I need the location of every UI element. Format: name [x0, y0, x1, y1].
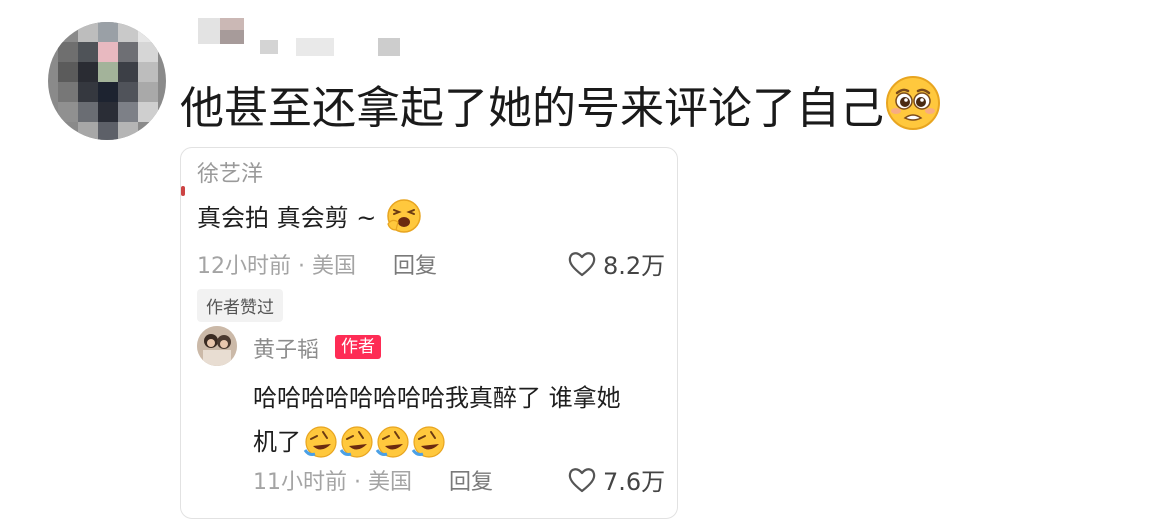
heart-icon: [568, 467, 596, 492]
comment-like-button[interactable]: 8.2万: [567, 246, 665, 281]
reply-reply-button[interactable]: 回复: [449, 470, 493, 495]
comment-screenshot-card: 徐艺洋 真会拍 真会剪 ~ 12小时前 · 美国 回复 8.2万 作者赞过 黄子…: [180, 147, 678, 519]
reply-author[interactable]: 黄子韬: [253, 332, 319, 364]
reply-time: 11小时前 · 美国: [253, 470, 412, 495]
reply-text-line1: 哈哈哈哈哈哈哈哈我真醉了 谁拿: [253, 384, 597, 412]
card-edge-marker: [181, 186, 185, 196]
comment-author[interactable]: 徐艺洋: [197, 156, 263, 188]
heart-icon: [568, 251, 596, 276]
comment-text: 真会拍 真会剪 ~: [197, 198, 422, 240]
reply-author-avatar[interactable]: [197, 326, 237, 366]
comment-like-count: 8.2万: [603, 252, 666, 280]
pleading-face-icon: [884, 74, 942, 148]
rolling-laughing-icon: [303, 424, 447, 460]
comment-text-content: 真会拍 真会剪 ~: [197, 204, 377, 232]
blurred-avatar[interactable]: [48, 22, 166, 140]
author-tag: 作者: [335, 335, 381, 359]
reply-like-count: 7.6万: [603, 468, 666, 496]
comment-reply-button[interactable]: 回复: [393, 254, 437, 279]
reply-meta: 11小时前 · 美国 回复: [253, 464, 493, 496]
post-text: 他甚至还拿起了她的号来评论了自己: [180, 74, 942, 148]
reply-like-button[interactable]: 7.6万: [567, 462, 665, 497]
reply-text: 哈哈哈哈哈哈哈哈我真醉了 谁拿她 机了: [253, 376, 677, 464]
post-text-content: 他甚至还拿起了她的号来评论了自己: [180, 83, 884, 134]
reply-text-line2: 机了: [253, 428, 301, 456]
blurred-username[interactable]: [198, 18, 408, 64]
comment-meta: 12小时前 · 美国 回复: [197, 248, 437, 280]
reply-text-line1-cut: 她: [596, 384, 621, 412]
yawning-face-icon: [386, 198, 422, 240]
comment-time: 12小时前 · 美国: [197, 254, 356, 279]
author-liked-badge: 作者赞过: [197, 289, 283, 322]
